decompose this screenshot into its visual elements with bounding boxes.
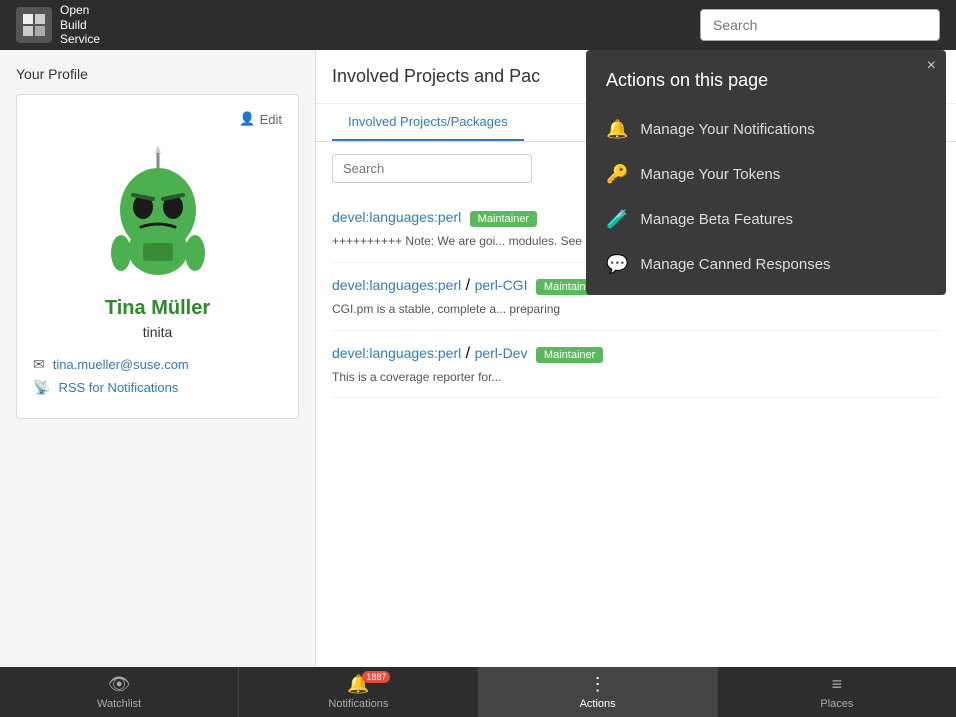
action-label-beta: Manage Beta Features	[640, 211, 793, 228]
comment-icon: 💬	[606, 254, 628, 275]
main-content: Your Profile 👤 Edit	[0, 50, 956, 667]
project-desc-3: This is a coverage reporter for...	[332, 369, 940, 386]
nav-label-actions: Actions	[580, 698, 616, 710]
header: Open Build Service	[0, 0, 956, 50]
actions-list: 🔔 Manage Your Notifications 🔑 Manage You…	[586, 107, 946, 295]
user-info: ✉ tina.mueller@suse.com 📡 RSS for Notifi…	[33, 356, 282, 396]
action-item-canned[interactable]: 💬 Manage Canned Responses	[586, 242, 946, 287]
search-input[interactable]	[700, 9, 940, 41]
logo-text: Open Build Service	[60, 3, 100, 46]
key-icon: 🔑	[606, 164, 628, 185]
maintainer-badge-3: Maintainer	[536, 347, 603, 363]
eye-icon: 👁	[108, 674, 131, 695]
project-link-3a[interactable]: devel:languages:perl	[332, 345, 461, 361]
nav-item-places[interactable]: ≡ Places	[718, 667, 956, 717]
nav-label-notifications: Notifications	[328, 698, 388, 710]
action-label-tokens: Manage Your Tokens	[640, 166, 780, 183]
actions-close-button[interactable]: ×	[927, 58, 936, 74]
edit-icon: 👤	[239, 111, 255, 127]
action-item-notifications[interactable]: 🔔 Manage Your Notifications	[586, 107, 946, 152]
action-label-notifications: Manage Your Notifications	[640, 121, 814, 138]
actions-title: Actions on this page	[586, 50, 946, 107]
notification-count: 1887	[362, 671, 390, 683]
nav-item-actions[interactable]: ⋮ Actions	[479, 667, 718, 717]
profile-heading: Your Profile	[16, 66, 299, 82]
edit-link-row: 👤 Edit	[33, 111, 282, 127]
bottom-nav: 👁 Watchlist 🔔 1887 Notifications ⋮ Actio…	[0, 667, 956, 717]
user-name: Tina Müller	[33, 297, 282, 320]
flask-icon: 🧪	[606, 209, 628, 230]
project-link-2a[interactable]: devel:languages:perl	[332, 277, 461, 293]
logo-line1: Open	[60, 3, 100, 17]
edit-button[interactable]: 👤 Edit	[239, 111, 282, 127]
nav-item-watchlist[interactable]: 👁 Watchlist	[0, 667, 239, 717]
separator-2: /	[466, 345, 475, 362]
maintainer-badge-1: Maintainer	[470, 211, 537, 227]
logo-box	[16, 7, 52, 43]
separator-1: /	[466, 277, 475, 294]
email-link[interactable]: tina.mueller@suse.com	[53, 357, 189, 372]
email-item: ✉ tina.mueller@suse.com	[33, 356, 282, 373]
action-label-canned: Manage Canned Responses	[640, 256, 830, 273]
rss-link[interactable]: RSS for Notifications	[58, 380, 178, 395]
dots-icon: ⋮	[589, 674, 607, 695]
avatar-container	[33, 135, 282, 285]
project-link-2b[interactable]: perl-CGI	[475, 277, 528, 293]
lines-icon: ≡	[832, 674, 843, 695]
action-item-beta[interactable]: 🧪 Manage Beta Features	[586, 197, 946, 242]
project-link-1[interactable]: devel:languages:perl	[332, 209, 461, 225]
logo-line3: Service	[60, 32, 100, 46]
nav-label-watchlist: Watchlist	[97, 698, 141, 710]
email-icon: ✉	[33, 356, 45, 373]
project-search-input[interactable]	[332, 154, 532, 183]
action-item-tokens[interactable]: 🔑 Manage Your Tokens	[586, 152, 946, 197]
rss-item: 📡 RSS for Notifications	[33, 379, 282, 396]
bell-icon: 🔔	[606, 119, 628, 140]
tab-involved-projects[interactable]: Involved Projects/Packages	[332, 104, 524, 141]
user-login: tinita	[33, 324, 282, 340]
logo-area: Open Build Service	[16, 3, 100, 46]
logo-line2: Build	[60, 18, 100, 32]
profile-panel: Your Profile 👤 Edit	[0, 50, 315, 667]
edit-label: Edit	[260, 112, 282, 127]
profile-card: 👤 Edit	[16, 94, 299, 419]
search-container[interactable]	[700, 9, 940, 41]
nav-label-places: Places	[820, 698, 853, 710]
project-desc-2: CGI.pm is a stable, complete a... prepar…	[332, 301, 940, 318]
rss-icon: 📡	[33, 379, 50, 396]
actions-overlay: × Actions on this page 🔔 Manage Your Not…	[586, 50, 946, 295]
avatar	[83, 135, 233, 285]
logo-icon	[20, 11, 48, 39]
nav-item-notifications[interactable]: 🔔 1887 Notifications	[239, 667, 478, 717]
list-item: devel:languages:perl / perl-Dev Maintain…	[332, 331, 940, 399]
project-link-3b[interactable]: perl-Dev	[475, 345, 528, 361]
